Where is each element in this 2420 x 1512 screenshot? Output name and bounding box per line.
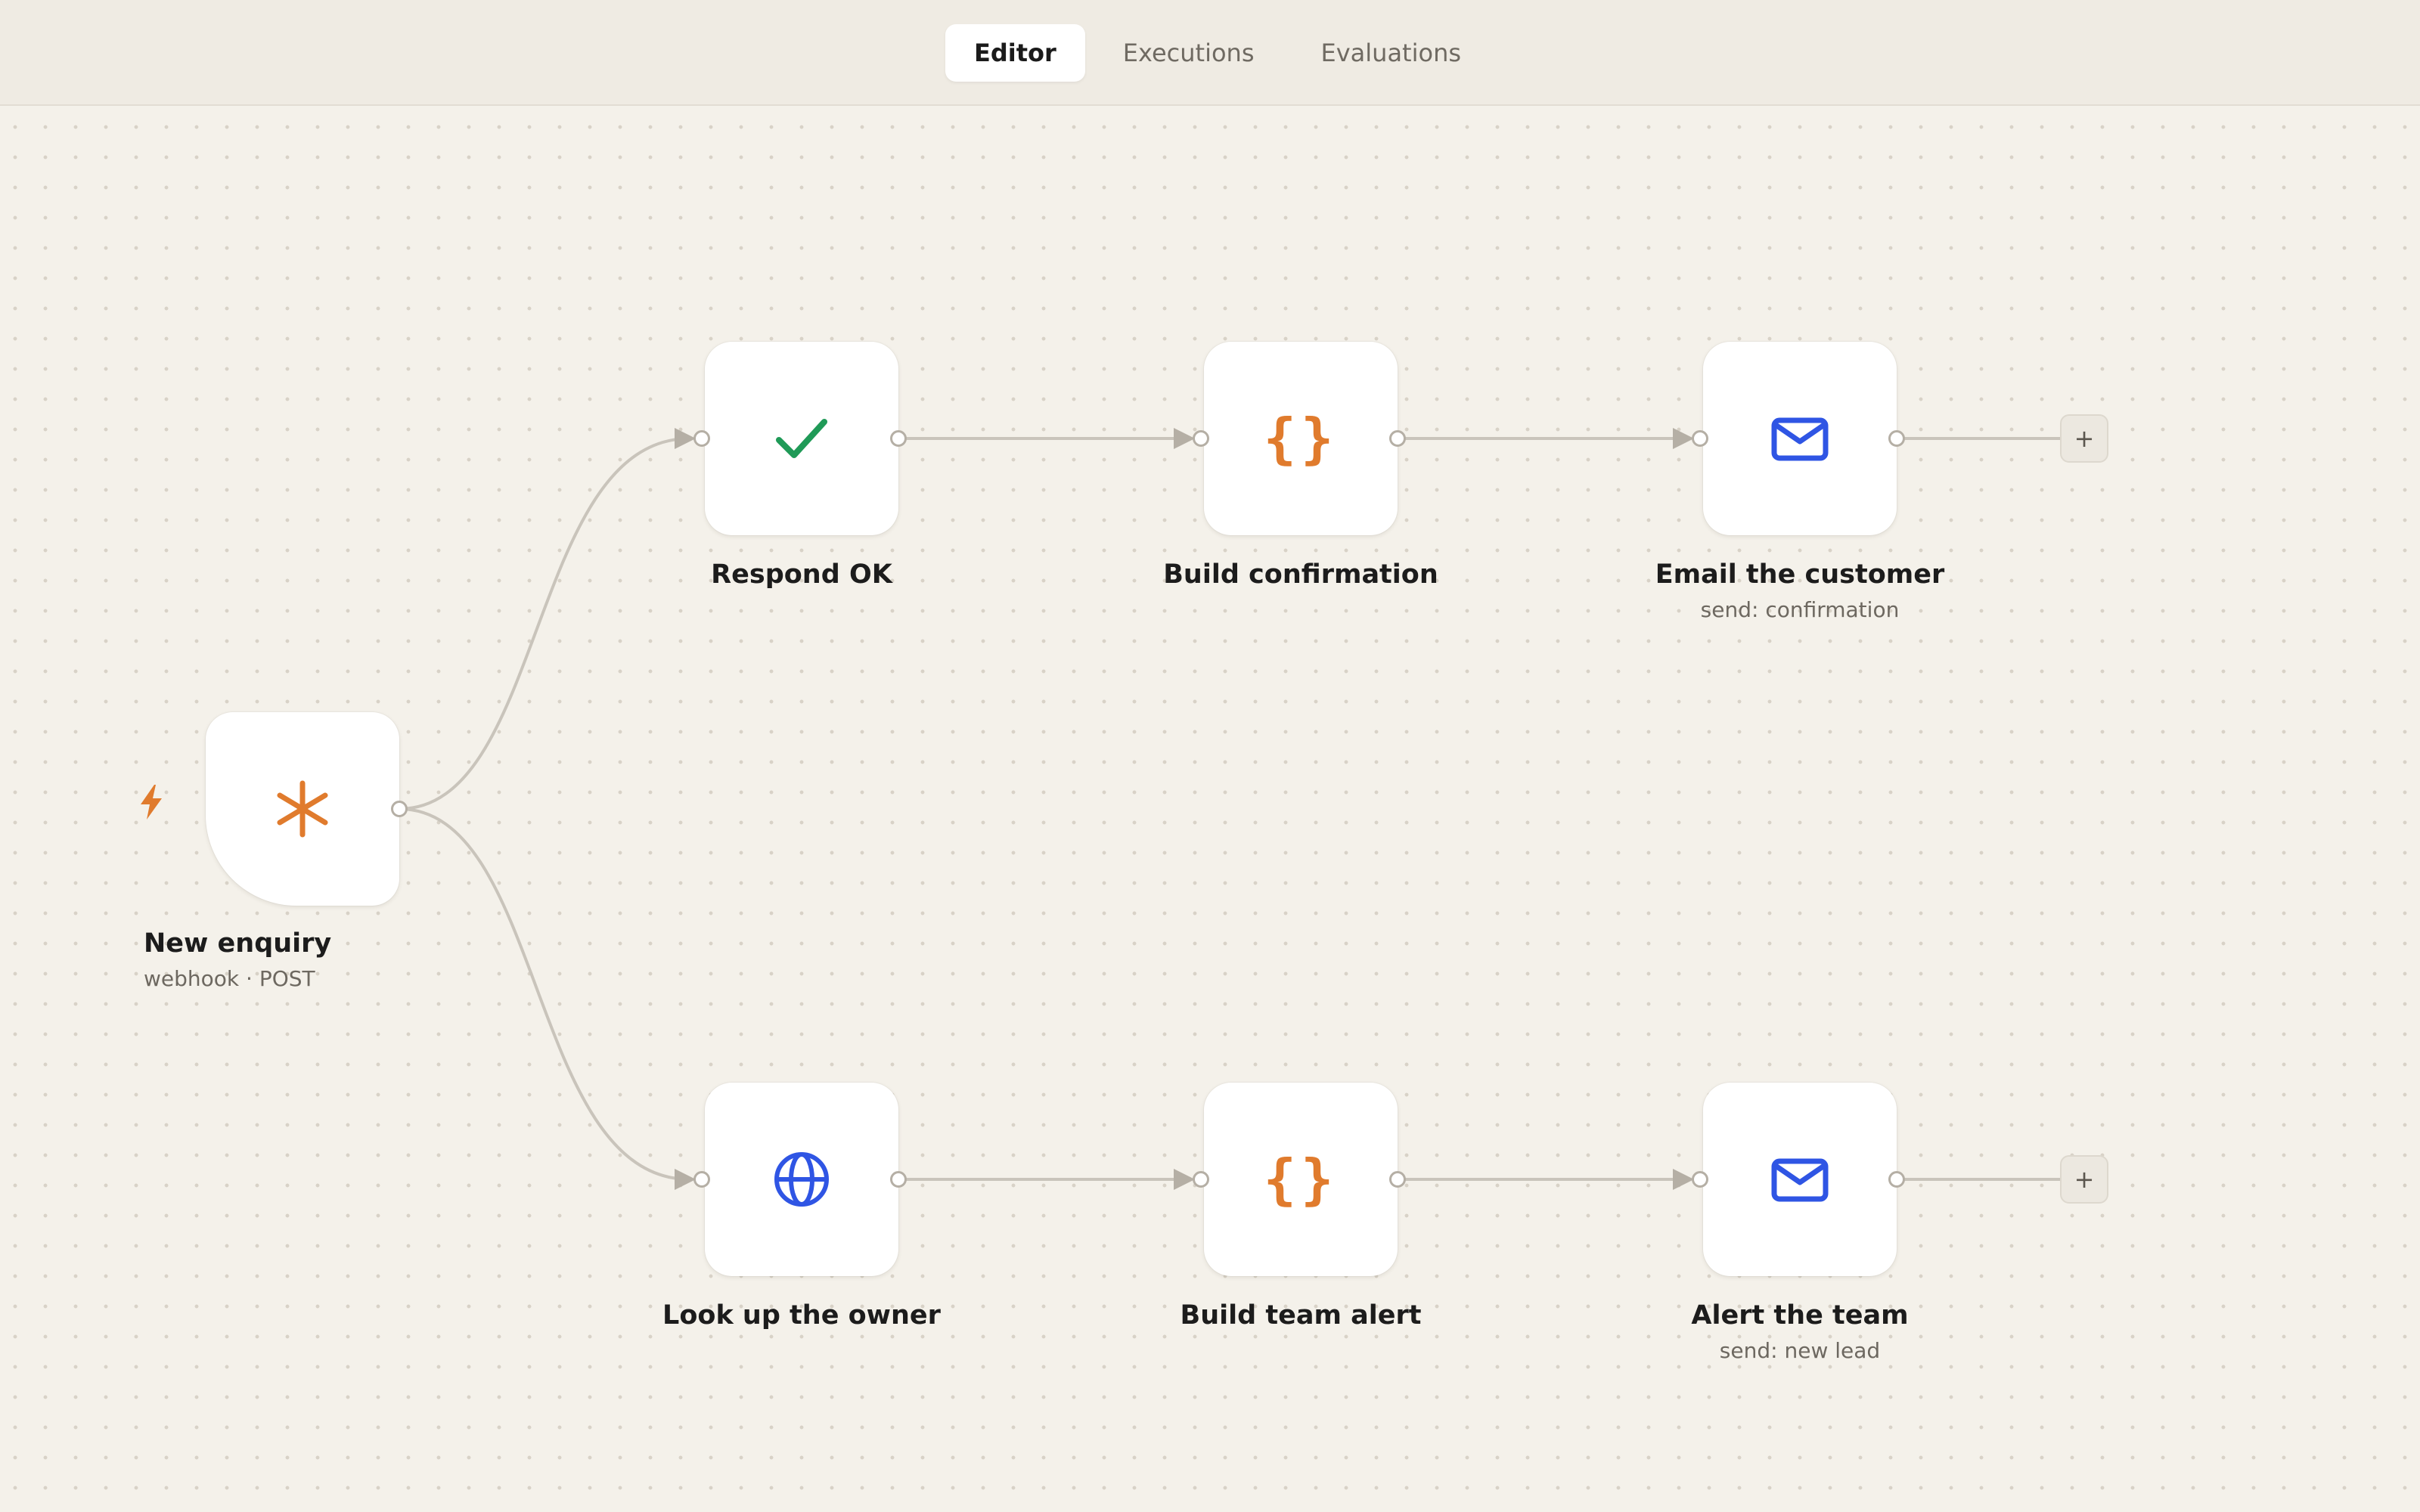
node-sublabel: send: confirmation — [1700, 597, 1900, 622]
add-node-button[interactable]: + — [2060, 1155, 2108, 1204]
code-braces-icon: {} — [1263, 407, 1339, 470]
view-tabs: Editor Executions Evaluations — [945, 24, 1499, 82]
node-email-customer[interactable] — [1703, 342, 1897, 535]
node-label: Email the customer — [1655, 559, 1945, 590]
input-handle[interactable] — [693, 430, 710, 447]
checkmark-icon — [776, 419, 827, 458]
node-look-up-owner[interactable] — [705, 1083, 898, 1276]
output-handle[interactable] — [1888, 430, 1905, 447]
add-node-button[interactable]: + — [2060, 414, 2108, 463]
node-label: Alert the team — [1691, 1300, 1909, 1331]
node-build-team-alert[interactable]: {} — [1204, 1083, 1398, 1276]
input-handle[interactable] — [1692, 430, 1708, 447]
lightning-bolt-icon — [141, 785, 162, 820]
globe-icon — [774, 1152, 829, 1207]
input-handle[interactable] — [693, 1171, 710, 1188]
output-handle[interactable] — [1389, 1171, 1406, 1188]
output-handle[interactable] — [1888, 1171, 1905, 1188]
input-handle[interactable] — [1193, 1171, 1209, 1188]
node-sublabel: send: new lead — [1719, 1338, 1881, 1363]
node-label: Build team alert — [1180, 1300, 1422, 1331]
output-handle[interactable] — [890, 1171, 907, 1188]
output-handle[interactable] — [391, 801, 408, 817]
node-respond-ok[interactable] — [705, 342, 898, 535]
output-handle[interactable] — [1389, 430, 1406, 447]
node-sublabel: webhook · POST — [144, 966, 315, 991]
mail-icon — [1771, 417, 1829, 461]
node-build-confirmation[interactable]: {} — [1204, 342, 1398, 535]
asterisk-icon — [277, 780, 328, 838]
node-alert-team[interactable] — [1703, 1083, 1897, 1276]
node-label: New enquiry — [144, 928, 332, 959]
tab-editor[interactable]: Editor — [945, 24, 1085, 82]
node-new-enquiry[interactable] — [206, 712, 399, 906]
node-label: Look up the owner — [662, 1300, 941, 1331]
mail-icon — [1771, 1158, 1829, 1202]
input-handle[interactable] — [1692, 1171, 1708, 1188]
code-braces-icon: {} — [1263, 1148, 1339, 1211]
node-label: Respond OK — [711, 559, 892, 590]
output-handle[interactable] — [890, 430, 907, 447]
node-label: Build confirmation — [1163, 559, 1438, 590]
tab-evaluations[interactable]: Evaluations — [1292, 24, 1491, 82]
tab-executions[interactable]: Executions — [1094, 24, 1283, 82]
input-handle[interactable] — [1193, 430, 1209, 447]
top-bar: Editor Executions Evaluations — [0, 0, 2420, 106]
